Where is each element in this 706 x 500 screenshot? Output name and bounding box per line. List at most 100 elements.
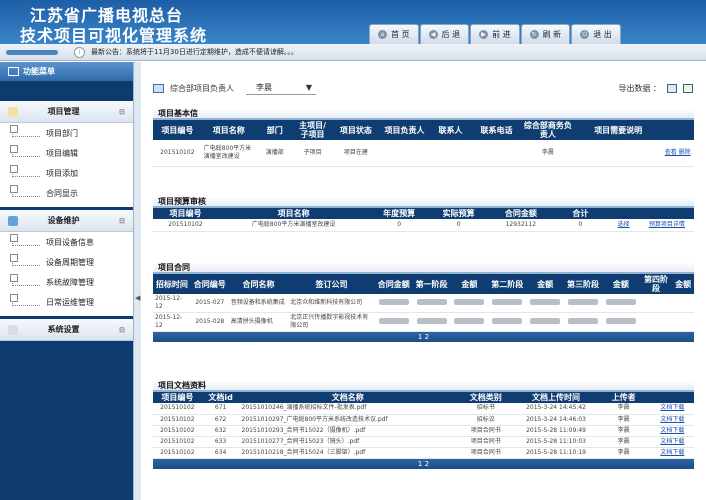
app-title-line2: 技术项目可视化管理系统 bbox=[20, 26, 208, 45]
budget-detail-link[interactable]: 预算项目详情 bbox=[639, 219, 694, 232]
section-title: 项目预算审核 bbox=[153, 196, 694, 208]
sidebar-group-header[interactable]: 设备维护 ⊟ bbox=[0, 210, 133, 232]
redacted-value bbox=[416, 317, 447, 324]
table-header-row: 项目编号 项目名称 年度预算 实际预算 合同金额 合计 bbox=[153, 208, 694, 219]
sidebar-item-contract[interactable]: 合同显示 bbox=[0, 183, 133, 203]
sidebar-item-device-info[interactable]: 项目设备信息 bbox=[0, 232, 133, 252]
redacted-value bbox=[568, 317, 598, 324]
sidebar-header: 功能菜单 bbox=[0, 62, 133, 81]
export-label: 导出数据 ： bbox=[618, 83, 661, 93]
docs-pager[interactable]: 1 2 bbox=[153, 458, 694, 469]
top-nav: ⌂ 首 页 ◀ 后 退 ▶ 前 进 ↻ 刷 新 ⏻ 退 出 bbox=[369, 24, 621, 44]
redacted-value bbox=[530, 298, 561, 305]
refresh-button[interactable]: ↻ 刷 新 bbox=[520, 24, 571, 44]
forward-icon: ▶ bbox=[479, 30, 489, 39]
table-row: 201510102 672 20151010297_广电総800平方米系统改造技术议… bbox=[153, 414, 694, 426]
collapse-icon[interactable]: ⊟ bbox=[119, 217, 125, 225]
sidebar-group-header[interactable]: 项目管理 ⊟ bbox=[0, 101, 133, 123]
logout-button[interactable]: ⏻ 退 出 bbox=[571, 24, 621, 44]
back-button[interactable]: ◀ 后 退 bbox=[419, 24, 470, 44]
table-icon bbox=[153, 83, 164, 93]
download-link[interactable]: 文档下载 bbox=[650, 403, 694, 415]
sidebar-group-settings: 系统设置 ⊟ bbox=[0, 319, 133, 341]
sidebar-group-project: 项目管理 ⊟ 项目部门 项目编辑 项目添加 合同显示 bbox=[0, 101, 133, 207]
section-title: 项目基本信 bbox=[153, 108, 694, 120]
table-row: 201510102 广电総800平方米演播室改建设 演播部 子项目 项目在建 李晨 查看 删… bbox=[153, 140, 694, 167]
table-row: 201510102 634 20151010218_合同书15024（三脚架）.pd… bbox=[153, 447, 694, 459]
sidebar-item-device-cycle[interactable]: 设备周期管理 bbox=[0, 252, 133, 272]
monitor-icon bbox=[8, 67, 19, 76]
forward-button[interactable]: ▶ 前 进 bbox=[470, 24, 520, 44]
redacted-value bbox=[568, 298, 598, 305]
sidebar-item-dept[interactable]: 项目部门 bbox=[0, 123, 133, 143]
redacted-value bbox=[378, 298, 409, 305]
tree-node-icon bbox=[10, 254, 40, 266]
notice-bar: i 最新公告：系统将于11月30日进行定期维护，造成不便请谅解。。。 bbox=[0, 44, 706, 61]
redacted-value bbox=[378, 317, 409, 324]
basic-info-section: 项目基本信 项目编号 项目名称 部门 主项目/子项目 项目状态 项目负责人 联系人 联系电话综… bbox=[153, 108, 694, 167]
basic-info-table: 项目编号 项目名称 部门 主项目/子项目 项目状态 项目负责人 联系人 联系电话 综合部商务负责… bbox=[153, 120, 694, 167]
table-row: 201510102 633 20151010277_合同书15023（镜头）.pdf… bbox=[153, 436, 694, 448]
table-header-row: 招标时间 合同编号 合同名称 签订公司 合同金额 第一阶段 金额 第二阶段 金额 第三阶段 金额 第四… bbox=[153, 274, 694, 294]
back-icon: ◀ bbox=[428, 30, 438, 39]
table-row: 201510102 632 20151010293_合同书15022（摄像机）.pd… bbox=[153, 425, 694, 437]
tree-node-icon bbox=[10, 165, 40, 177]
table-header-row: 项目编号 文档id 文档名称 文档类别 文档上传时间 上传者 bbox=[153, 392, 694, 403]
toolbar: 综合部项目负责人 李晨 ▼ 导出数据 ： bbox=[153, 80, 693, 96]
contract-pager[interactable]: 1 2 bbox=[153, 332, 694, 342]
download-link[interactable]: 文档下载 bbox=[650, 414, 694, 426]
section-title: 项目合同 bbox=[153, 262, 694, 274]
word-export-icon[interactable] bbox=[667, 83, 677, 93]
user-icon bbox=[8, 215, 18, 226]
download-link[interactable]: 文档下载 bbox=[650, 447, 694, 459]
sidebar-splitter[interactable]: ◀ bbox=[133, 62, 141, 500]
tree-node-icon bbox=[10, 234, 40, 246]
tree-node-icon bbox=[10, 294, 40, 306]
collapse-arrow-icon[interactable]: ◀ bbox=[135, 294, 140, 302]
notice-pill bbox=[6, 49, 58, 55]
sidebar-item-fault[interactable]: 系统故障管理 bbox=[0, 272, 133, 292]
table-row: 201510102 广电総800平方米演播室改建设 0 0 12932112 0 选择 预算项… bbox=[153, 219, 694, 232]
table-row: 201510102 671 20151010246_演播系统招标文件-批发表.pdf… bbox=[153, 403, 694, 415]
select-link[interactable]: 选择 bbox=[607, 219, 640, 232]
redacted-value bbox=[416, 298, 447, 305]
tree-node-icon bbox=[10, 185, 40, 197]
sidebar-item-add[interactable]: 项目添加 bbox=[0, 163, 133, 183]
redacted-value bbox=[492, 317, 523, 324]
notice-text: 最新公告：系统将于11月30日进行定期维护，造成不便请谅解。。。 bbox=[91, 48, 298, 56]
table-header-row: 项目编号 项目名称 部门 主项目/子项目 项目状态 项目负责人 联系人 联系电话 综合部商务负责… bbox=[153, 120, 694, 140]
redacted-value bbox=[530, 317, 561, 324]
sidebar-group-header[interactable]: 系统设置 ⊟ bbox=[0, 319, 133, 341]
contract-table: 招标时间 合同编号 合同名称 签订公司 合同金额 第一阶段 金额 第二阶段 金额 第三阶段 金额 第四… bbox=[153, 274, 694, 332]
sidebar-item-ops[interactable]: 日常运维管理 bbox=[0, 292, 133, 312]
contract-section: 项目合同 招标时间 合同编号 合同名称 签订公司 合同金额 第一阶段 金额 第二阶段 金额 第三阶… bbox=[153, 262, 694, 342]
budget-section: 项目预算审核 项目编号 项目名称 年度预算 实际预算 合同金额 合计 201510102 广… bbox=[153, 196, 694, 232]
info-icon: i bbox=[74, 46, 85, 58]
sidebar-group-device: 设备维护 ⊟ 项目设备信息 设备周期管理 系统故障管理 日常运维管理 bbox=[0, 210, 133, 316]
redacted-value bbox=[605, 298, 636, 305]
excel-export-icon[interactable] bbox=[683, 83, 693, 93]
tree-node-icon bbox=[10, 274, 40, 286]
power-icon: ⏻ bbox=[580, 30, 590, 39]
home-button[interactable]: ⌂ 首 页 bbox=[369, 24, 419, 44]
tree-node-icon bbox=[10, 125, 40, 137]
chevron-down-icon: ▼ bbox=[305, 83, 312, 92]
docs-section: 项目文档资料 项目编号 文档id 文档名称 文档类别 文档上传时间 上传者 2015101… bbox=[153, 380, 694, 469]
row-action-links[interactable]: 查看 删除 bbox=[661, 140, 694, 167]
download-link[interactable]: 文档下载 bbox=[650, 425, 694, 437]
download-link[interactable]: 文档下载 bbox=[650, 436, 694, 448]
budget-table: 项目编号 项目名称 年度预算 实际预算 合同金额 合计 201510102 广电総800平方… bbox=[153, 208, 694, 232]
redacted-value bbox=[492, 298, 523, 305]
redacted-value bbox=[454, 298, 485, 305]
sidebar-item-edit[interactable]: 项目编辑 bbox=[0, 143, 133, 163]
manager-label: 综合部项目负责人 bbox=[170, 83, 234, 93]
table-row: 2015-12-12 2015-027 音频设备和系统集成 北京众和维新科技有限公司 bbox=[153, 294, 694, 313]
collapse-icon[interactable]: ⊟ bbox=[119, 108, 125, 116]
refresh-icon: ↻ bbox=[529, 30, 539, 39]
star-icon bbox=[8, 106, 18, 117]
tree-node-icon bbox=[10, 145, 40, 157]
collapse-icon[interactable]: ⊟ bbox=[119, 326, 125, 334]
manager-select[interactable]: 李晨 ▼ bbox=[246, 81, 316, 95]
sidebar: 功能菜单 项目管理 ⊟ 项目部门 项目编辑 项目添加 合同显示 设备维护 ⊟ 项目设… bbox=[0, 62, 133, 500]
docs-table: 项目编号 文档id 文档名称 文档类别 文档上传时间 上传者 201510102 671 20… bbox=[153, 392, 694, 459]
